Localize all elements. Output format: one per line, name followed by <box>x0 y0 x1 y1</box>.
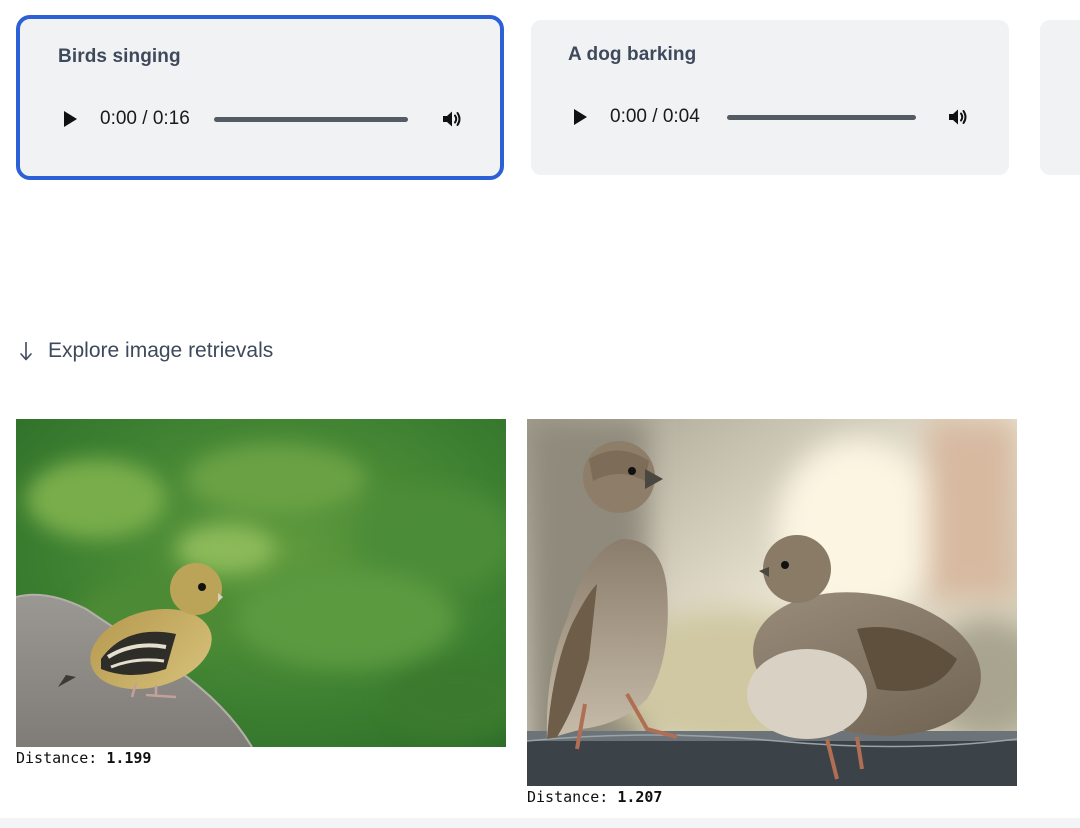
audio-card-title: A dog barking <box>568 44 697 65</box>
audio-card-title: Birds singing <box>58 46 181 67</box>
audio-progress-track[interactable] <box>727 115 916 120</box>
play-icon[interactable] <box>574 109 587 125</box>
distance-value: 1.207 <box>617 788 663 806</box>
audio-time: 0:00 / 0:04 <box>610 106 700 127</box>
audio-card-partial[interactable] <box>1040 20 1080 175</box>
volume-icon[interactable] <box>440 107 464 131</box>
explore-image-retrievals-link[interactable]: Explore image retrievals <box>18 337 273 365</box>
image-result: Distance: 1.207 <box>527 419 1017 806</box>
audio-player[interactable]: 0:00 / 0:16 <box>58 99 468 139</box>
audio-progress-track[interactable] <box>214 117 408 122</box>
distance-value: 1.199 <box>106 749 152 767</box>
distance-caption: Distance: 1.199 <box>16 749 506 767</box>
arrow-down-icon <box>20 342 32 361</box>
volume-icon[interactable] <box>946 105 970 129</box>
audio-time: 0:00 / 0:16 <box>100 108 190 129</box>
image-result: Distance: 1.199 <box>16 419 506 767</box>
audio-player[interactable]: 0:00 / 0:04 <box>568 97 978 137</box>
explore-label: Explore image retrievals <box>48 339 274 362</box>
distance-caption: Distance: 1.207 <box>527 788 1017 806</box>
distance-label: Distance: <box>527 788 609 806</box>
audio-card-birds-singing[interactable]: Birds singing 0:00 / 0:16 <box>16 15 504 180</box>
page: Birds singing 0:00 / 0:16 A dog barking … <box>0 0 1080 828</box>
play-icon[interactable] <box>64 111 77 127</box>
sparrows-photo-image[interactable] <box>527 419 1017 786</box>
distance-label: Distance: <box>16 749 98 767</box>
audio-card-dog-barking[interactable]: A dog barking 0:00 / 0:04 <box>531 20 1009 175</box>
bird-photo-image[interactable] <box>16 419 506 747</box>
page-bottom-divider <box>0 818 1080 828</box>
